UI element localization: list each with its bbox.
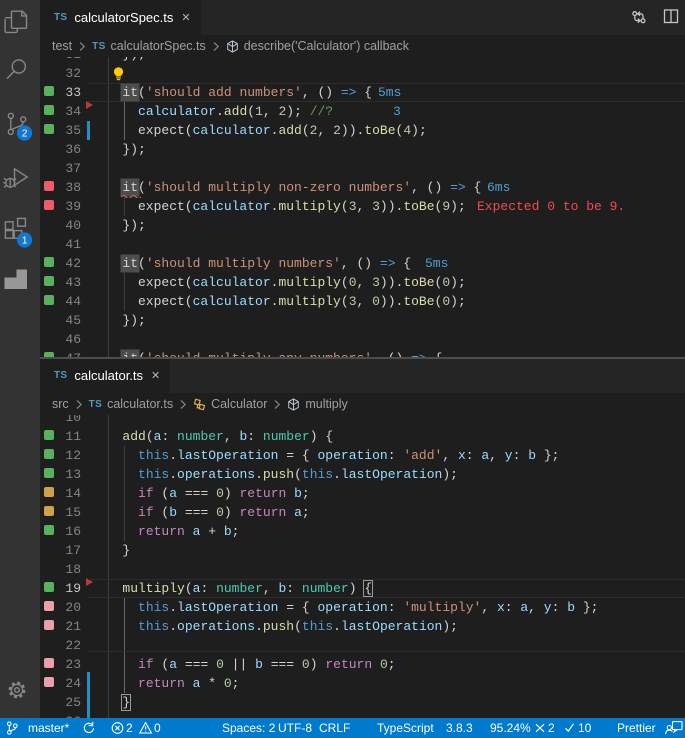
svg-text:2: 2 <box>22 129 28 140</box>
svg-text:1: 1 <box>22 236 28 247</box>
